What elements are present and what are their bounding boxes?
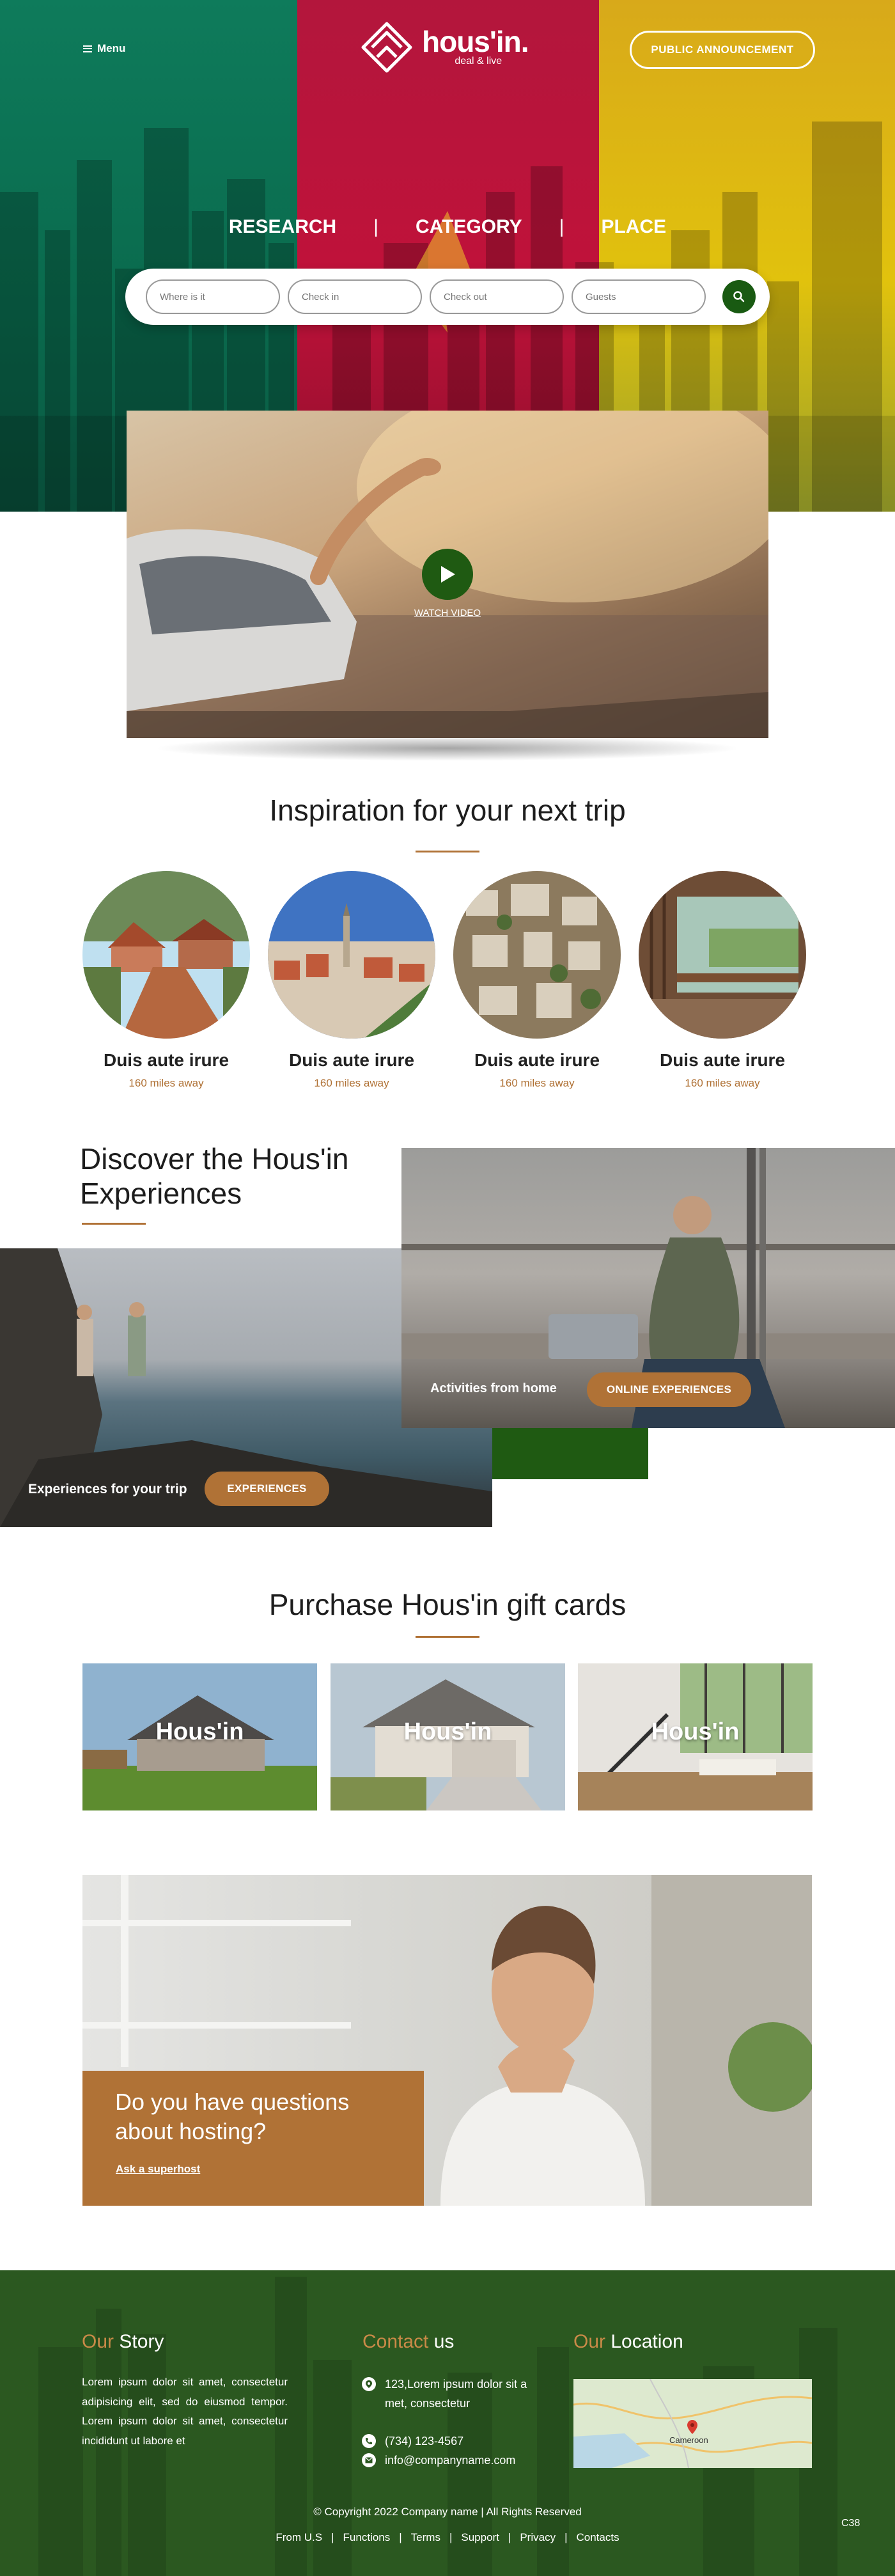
gift-card-label: Hous'in bbox=[403, 1718, 492, 1745]
guests-input[interactable] bbox=[572, 279, 706, 314]
title-underline bbox=[416, 1636, 479, 1638]
search-bar bbox=[125, 269, 770, 325]
phone-icon bbox=[362, 2434, 376, 2448]
our-story-heading: Our Story bbox=[82, 2331, 164, 2352]
inspiration-name: Duis aute irure bbox=[103, 1050, 230, 1070]
inspiration-name: Duis aute irure bbox=[288, 1050, 415, 1070]
tab-separator: | bbox=[373, 216, 378, 237]
search-icon bbox=[733, 291, 745, 302]
inspiration-distance: 160 miles away bbox=[128, 1077, 204, 1089]
online-experiences-button[interactable]: ONLINE EXPERIENCES bbox=[587, 1372, 751, 1407]
inspiration-name: Duis aute irure bbox=[659, 1050, 786, 1070]
gift-card-label: Hous'in bbox=[651, 1718, 740, 1745]
logo-wordmark: hous'in. bbox=[422, 25, 529, 58]
search-button[interactable] bbox=[722, 280, 756, 313]
hamburger-icon bbox=[83, 45, 92, 52]
menu-button[interactable]: Menu bbox=[83, 42, 125, 55]
discover-title: Discover the Hous'in Experiences bbox=[80, 1142, 349, 1210]
inspiration-name: Duis aute irure bbox=[474, 1050, 600, 1070]
footer-link-support[interactable]: Support bbox=[461, 2531, 499, 2544]
tab-separator: | bbox=[559, 216, 564, 237]
inspiration-card[interactable]: Duis aute irure 160 miles away bbox=[453, 871, 621, 1090]
contact-address: 123,Lorem ipsum dolor sit a met, consect… bbox=[362, 2375, 527, 2413]
inspiration-title: Inspiration for your next trip bbox=[269, 794, 626, 827]
map-pin-icon bbox=[362, 2377, 376, 2391]
inspiration-distance: 160 miles away bbox=[499, 1077, 575, 1089]
check-out-input[interactable] bbox=[430, 279, 564, 314]
logo[interactable]: hous'in. deal & live bbox=[358, 15, 543, 79]
page-code-badge: C38 bbox=[841, 2518, 860, 2529]
play-video-button[interactable] bbox=[422, 549, 473, 600]
link-separator: | bbox=[564, 2531, 568, 2543]
our-location-heading: Our Location bbox=[573, 2331, 683, 2352]
house-logo-icon bbox=[361, 22, 412, 73]
link-separator: | bbox=[399, 2531, 402, 2543]
contact-heading: Contact us bbox=[362, 2331, 455, 2352]
link-separator: | bbox=[449, 2531, 453, 2543]
hosting-question: Do you have questions about hosting? bbox=[115, 2089, 350, 2144]
inspiration-card[interactable]: Duis aute irure 160 miles away bbox=[639, 871, 806, 1090]
ask-superhost-link[interactable]: Ask a superhost bbox=[116, 2163, 200, 2176]
gift-card[interactable]: Hous'in bbox=[578, 1663, 813, 1810]
footer-link-privacy[interactable]: Privacy bbox=[520, 2531, 556, 2544]
watch-video-link[interactable]: WATCH VIDEO bbox=[384, 608, 511, 618]
our-story-text: Lorem ipsum dolor sit amet, consectetur … bbox=[82, 2376, 288, 2447]
inspiration-distance: 160 miles away bbox=[314, 1077, 389, 1089]
tab-research[interactable]: RESEARCH bbox=[229, 216, 336, 238]
gift-card[interactable]: Hous'in bbox=[331, 1663, 565, 1810]
footer-link-contacts[interactable]: Contacts bbox=[577, 2531, 619, 2544]
link-separator: | bbox=[331, 2531, 334, 2543]
decorative-green-block bbox=[492, 1428, 648, 1479]
footer-link-from-us[interactable]: From U.S bbox=[276, 2531, 322, 2544]
tab-place[interactable]: PLACE bbox=[601, 216, 666, 238]
link-separator: | bbox=[508, 2531, 511, 2543]
inspiration-image bbox=[453, 871, 621, 1039]
footer-link-functions[interactable]: Functions bbox=[343, 2531, 391, 2544]
experiences-label: Experiences for your trip bbox=[28, 1482, 187, 1496]
inspiration-image bbox=[639, 871, 806, 1039]
inspiration-card[interactable]: Duis aute irure 160 miles away bbox=[82, 871, 250, 1090]
inspiration-card[interactable]: Duis aute irure 160 miles away bbox=[268, 871, 435, 1090]
copyright-text: © Copyright 2022 Company name | All Righ… bbox=[313, 2506, 582, 2518]
public-announcement-button[interactable]: PUBLIC ANNOUNCEMENT bbox=[630, 31, 815, 69]
contact-email[interactable]: info@companyname.com bbox=[362, 2451, 515, 2470]
contact-phone[interactable]: (734) 123-4567 bbox=[362, 2431, 463, 2451]
email-icon bbox=[362, 2453, 376, 2467]
experiences-button[interactable]: EXPERIENCES bbox=[205, 1472, 329, 1506]
menu-label: Menu bbox=[97, 42, 126, 54]
inspiration-image bbox=[268, 871, 435, 1039]
footer-link-terms[interactable]: Terms bbox=[411, 2531, 440, 2544]
title-underline bbox=[416, 851, 479, 852]
footer-links: From U.S | Functions | Terms | Support |… bbox=[0, 2531, 895, 2544]
hero-tabs: RESEARCH | CATEGORY | PLACE bbox=[0, 216, 895, 238]
gift-card[interactable]: Hous'in bbox=[82, 1663, 317, 1810]
gift-cards-title: Purchase Hous'in gift cards bbox=[268, 1588, 626, 1621]
inspiration-image bbox=[82, 871, 250, 1039]
title-underline bbox=[82, 1223, 146, 1225]
video-shadow bbox=[153, 735, 742, 761]
play-icon bbox=[441, 566, 455, 583]
inspiration-distance: 160 miles away bbox=[685, 1077, 760, 1089]
check-in-input[interactable] bbox=[288, 279, 422, 314]
location-map[interactable]: Cameroon bbox=[573, 2379, 812, 2468]
activities-label: Activities from home bbox=[430, 1381, 557, 1395]
tab-category[interactable]: CATEGORY bbox=[416, 216, 522, 238]
gift-card-label: Hous'in bbox=[155, 1718, 244, 1745]
where-input[interactable] bbox=[146, 279, 280, 314]
map-label: Cameroon bbox=[669, 2435, 708, 2445]
